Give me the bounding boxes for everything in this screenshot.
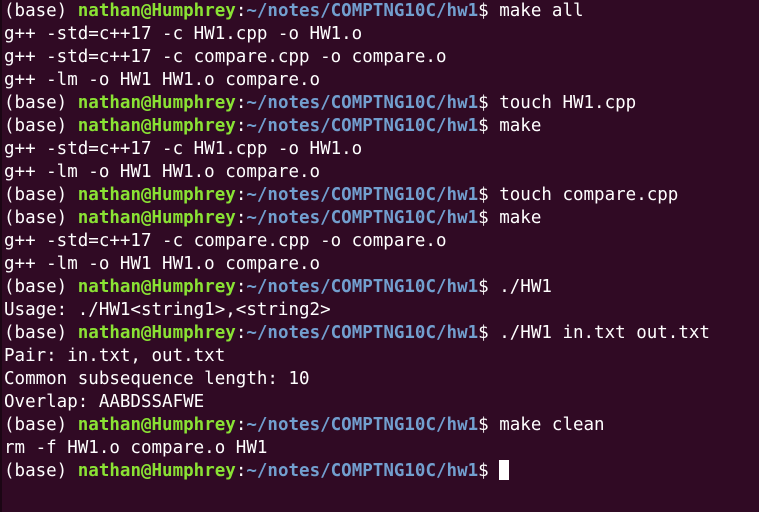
prompt-user-host: nathan@Humphrey — [77, 415, 236, 435]
prompt-colon: : — [235, 415, 247, 435]
prompt-symbol: $ — [478, 415, 500, 435]
prompt-path: ~/notes/COMPTNG10C/hw1 — [246, 93, 479, 113]
command-text: make clean — [499, 415, 605, 435]
prompt-line: (base) nathan@Humphrey:~/notes/COMPTNG10… — [4, 92, 759, 115]
prompt-colon: : — [235, 461, 247, 481]
window-edge — [0, 0, 2, 512]
output-line: g++ -lm -o HW1 HW1.o compare.o — [4, 162, 321, 182]
prompt-symbol: $ — [478, 116, 500, 136]
prompt-env: (base) — [4, 185, 78, 205]
output-line: Usage: ./HW1<string1>,<string2> — [4, 300, 331, 320]
prompt-symbol: $ — [478, 208, 500, 228]
terminal-window[interactable]: (base) nathan@Humphrey:~/notes/COMPTNG10… — [0, 0, 759, 512]
output-line: Overlap: AABDSSAFWE — [4, 392, 205, 412]
output-line: g++ -std=c++17 -c compare.cpp -o compare… — [4, 231, 447, 251]
prompt-colon: : — [235, 1, 247, 21]
prompt-env: (base) — [4, 208, 78, 228]
prompt-user-host: nathan@Humphrey — [77, 323, 236, 343]
prompt-path: ~/notes/COMPTNG10C/hw1 — [246, 116, 479, 136]
terminal-output: (base) nathan@Humphrey:~/notes/COMPTNG10… — [4, 0, 759, 483]
prompt-symbol: $ — [478, 93, 500, 113]
prompt-line: (base) nathan@Humphrey:~/notes/COMPTNG10… — [4, 460, 759, 483]
text-cursor[interactable] — [499, 460, 510, 480]
prompt-line: (base) nathan@Humphrey:~/notes/COMPTNG10… — [4, 322, 759, 345]
prompt-env: (base) — [4, 461, 78, 481]
prompt-path: ~/notes/COMPTNG10C/hw1 — [246, 461, 479, 481]
prompt-path: ~/notes/COMPTNG10C/hw1 — [246, 323, 479, 343]
command-text: make all — [499, 1, 584, 21]
prompt-line: (base) nathan@Humphrey:~/notes/COMPTNG10… — [4, 276, 759, 299]
output-line: Pair: in.txt, out.txt — [4, 346, 226, 366]
command-text: touch compare.cpp — [499, 185, 679, 205]
command-text: make — [499, 208, 542, 228]
prompt-colon: : — [235, 277, 247, 297]
prompt-path: ~/notes/COMPTNG10C/hw1 — [246, 208, 479, 228]
prompt-line: (base) nathan@Humphrey:~/notes/COMPTNG10… — [4, 184, 759, 207]
prompt-line: (base) nathan@Humphrey:~/notes/COMPTNG10… — [4, 0, 759, 23]
prompt-colon: : — [235, 185, 247, 205]
prompt-symbol: $ — [478, 323, 500, 343]
prompt-colon: : — [235, 208, 247, 228]
prompt-user-host: nathan@Humphrey — [77, 461, 236, 481]
prompt-colon: : — [235, 93, 247, 113]
prompt-path: ~/notes/COMPTNG10C/hw1 — [246, 277, 479, 297]
prompt-symbol: $ — [478, 1, 500, 21]
prompt-line: (base) nathan@Humphrey:~/notes/COMPTNG10… — [4, 207, 759, 230]
output-line: g++ -std=c++17 -c HW1.cpp -o HW1.o — [4, 24, 363, 44]
prompt-env: (base) — [4, 415, 78, 435]
prompt-colon: : — [235, 116, 247, 136]
prompt-symbol: $ — [478, 461, 500, 481]
prompt-line: (base) nathan@Humphrey:~/notes/COMPTNG10… — [4, 414, 759, 437]
output-line: g++ -std=c++17 -c HW1.cpp -o HW1.o — [4, 139, 363, 159]
prompt-env: (base) — [4, 1, 78, 21]
output-line: Common subsequence length: 10 — [4, 369, 310, 389]
command-text: ./HW1 in.txt out.txt — [499, 323, 710, 343]
prompt-path: ~/notes/COMPTNG10C/hw1 — [246, 1, 479, 21]
prompt-user-host: nathan@Humphrey — [77, 116, 236, 136]
output-line: g++ -lm -o HW1 HW1.o compare.o — [4, 70, 321, 90]
prompt-line: (base) nathan@Humphrey:~/notes/COMPTNG10… — [4, 115, 759, 138]
prompt-user-host: nathan@Humphrey — [77, 277, 236, 297]
prompt-colon: : — [235, 323, 247, 343]
output-line: g++ -std=c++17 -c compare.cpp -o compare… — [4, 47, 447, 67]
prompt-user-host: nathan@Humphrey — [77, 1, 236, 21]
prompt-env: (base) — [4, 277, 78, 297]
output-line: rm -f HW1.o compare.o HW1 — [4, 438, 268, 458]
prompt-user-host: nathan@Humphrey — [77, 93, 236, 113]
prompt-env: (base) — [4, 323, 78, 343]
output-line: g++ -lm -o HW1 HW1.o compare.o — [4, 254, 321, 274]
prompt-symbol: $ — [478, 277, 500, 297]
prompt-user-host: nathan@Humphrey — [77, 208, 236, 228]
command-text: ./HW1 — [499, 277, 552, 297]
command-text: make — [499, 116, 542, 136]
command-text: touch HW1.cpp — [499, 93, 637, 113]
prompt-path: ~/notes/COMPTNG10C/hw1 — [246, 185, 479, 205]
prompt-path: ~/notes/COMPTNG10C/hw1 — [246, 415, 479, 435]
prompt-env: (base) — [4, 93, 78, 113]
prompt-env: (base) — [4, 116, 78, 136]
prompt-symbol: $ — [478, 185, 500, 205]
prompt-user-host: nathan@Humphrey — [77, 185, 236, 205]
